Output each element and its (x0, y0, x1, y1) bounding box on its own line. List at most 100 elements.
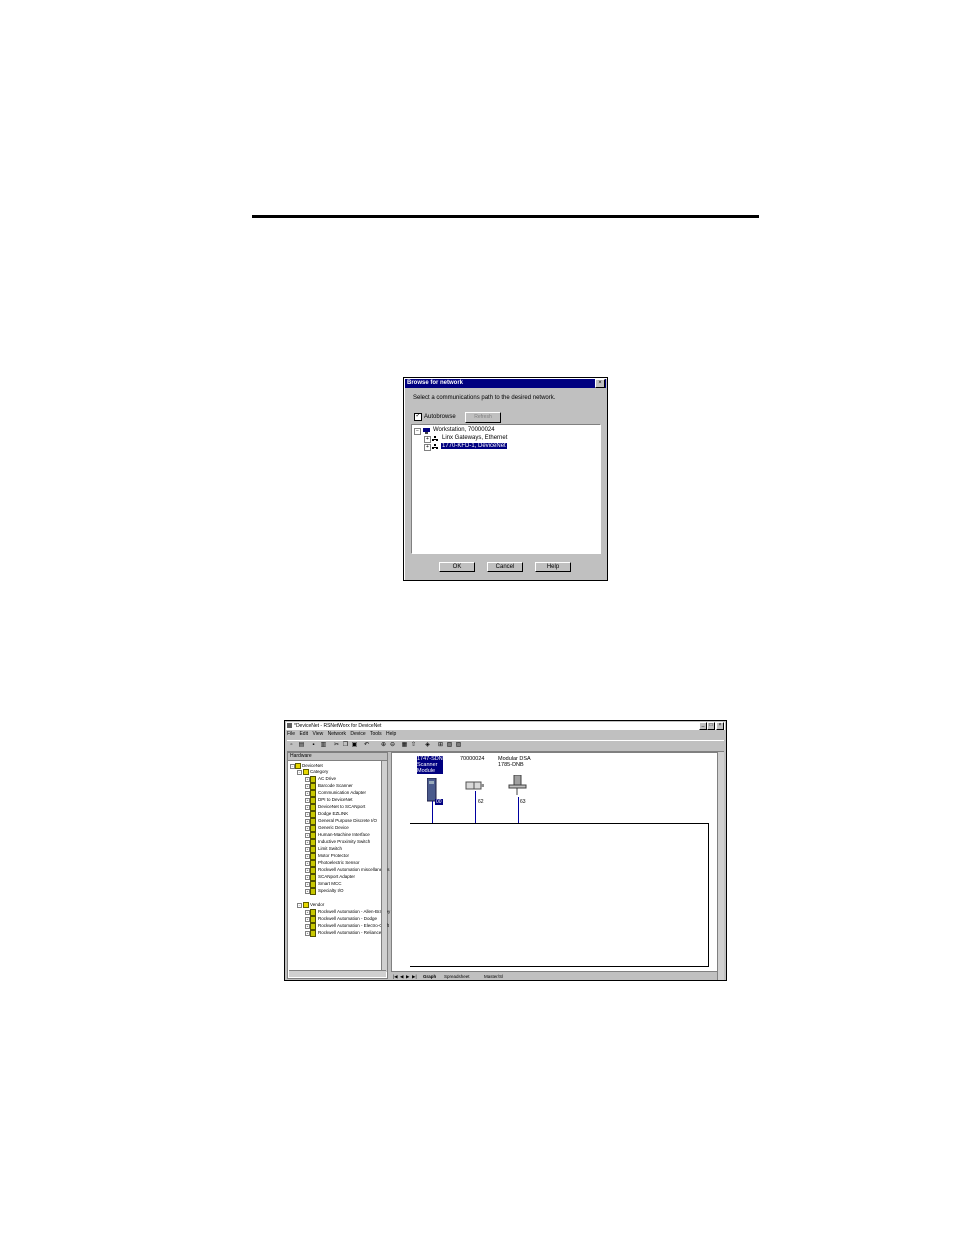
tree-item-category-entry[interactable]: Motor Protector (318, 853, 349, 858)
tree-item-vendor-entry[interactable]: Rockwell Automation - Electro-Craft (318, 923, 389, 928)
zoom-in-icon[interactable]: ⊕ (380, 742, 387, 749)
tree-item-category-entry[interactable]: Dodge EZLINK (318, 811, 348, 816)
new-icon[interactable]: ▫ (288, 742, 295, 749)
tab-next-icon[interactable]: ▶ (406, 973, 409, 980)
node-address-63: 63 (520, 799, 526, 805)
edit-scanlist-icon[interactable]: ▧ (446, 742, 453, 749)
tree-item-category-entry[interactable]: DeviceNet to SCANport (318, 804, 365, 809)
hardware-header: Hardware (288, 753, 387, 761)
top-rule (252, 215, 759, 218)
graph-frame-line (410, 966, 709, 967)
upload-icon[interactable]: ⇧ (410, 742, 417, 749)
tree-item-category[interactable]: Category (310, 769, 328, 774)
tree-item-vendor-entry[interactable]: Rockwell Automation - Reliance (318, 930, 381, 935)
device-book-icon (310, 839, 316, 846)
collapse-icon[interactable]: − (414, 428, 421, 435)
help-button[interactable]: Help (535, 562, 571, 572)
menu-help[interactable]: Help (386, 731, 396, 737)
tab-first-icon[interactable]: |◀ (393, 973, 398, 980)
tree-item-category-entry[interactable]: General Purpose Discrete I/O (318, 818, 377, 823)
close-icon[interactable]: × (595, 379, 605, 388)
print-icon[interactable]: ▥ (320, 742, 327, 749)
tree-item-category-entry[interactable]: Rockwell Automation miscellaneous (318, 867, 390, 872)
tree-item-category-entry[interactable]: SCANport Adapter (318, 874, 355, 879)
tree-item-category-entry[interactable]: Generic Device (318, 825, 349, 830)
tab-prev-icon[interactable]: ◀ (400, 973, 403, 980)
collapse-icon[interactable]: − (297, 903, 302, 908)
expand-icon[interactable]: + (424, 444, 431, 451)
network-icon[interactable]: ⊞ (437, 742, 444, 749)
tree-item-category-entry[interactable]: Photoelectric Sensor (318, 860, 360, 865)
menu-view[interactable]: View (312, 731, 323, 737)
collapse-icon[interactable]: − (297, 770, 302, 775)
minimize-icon[interactable]: _ (699, 722, 707, 730)
save-icon[interactable]: ▪ (310, 742, 317, 749)
device-book-icon (310, 860, 316, 867)
properties-icon[interactable]: ▦ (401, 742, 408, 749)
tree-item-category-entry[interactable]: Barcode Scanner (318, 783, 353, 788)
device-book-icon (310, 846, 316, 853)
tree-item-vendor-entry[interactable]: Rockwell Automation - Allen-Bradley (318, 909, 390, 914)
tree-item-devicenet[interactable]: DeviceNet (302, 763, 323, 768)
ok-button[interactable]: OK (439, 562, 475, 572)
window-title: *DeviceNet - RSNetWorx for DeviceNet (286, 722, 725, 730)
tree-item-category-entry[interactable]: DPI to DeviceNet (318, 797, 353, 802)
menu-tools[interactable]: Tools (370, 731, 382, 737)
tree-item-category-entry[interactable]: Limit Switch (318, 846, 342, 851)
device-label-workstation[interactable]: 70000024 (460, 756, 484, 762)
refresh-button[interactable]: Refresh (465, 412, 501, 423)
device-book-icon (310, 930, 316, 937)
node-address-00: 00 (435, 799, 443, 805)
hardware-hscroll[interactable] (289, 970, 386, 977)
zoom-out-icon[interactable]: ⊖ (389, 742, 396, 749)
tree-item-linx-ethernet[interactable]: Linx Gateways, Ethernet (442, 435, 507, 442)
tab-graph[interactable]: Graph (423, 973, 436, 980)
device-book-icon (310, 832, 316, 839)
menu-file[interactable]: File (287, 731, 295, 737)
menu-edit[interactable]: Edit (299, 731, 308, 737)
tree-item-vendor-entry[interactable]: Rockwell Automation - Dodge (318, 916, 377, 921)
device-book-icon (310, 867, 316, 874)
graph-vscroll[interactable] (717, 752, 724, 980)
close-icon[interactable]: × (716, 722, 724, 730)
tab-last-icon[interactable]: ▶| (412, 973, 417, 980)
dialog-title: Browse for network (405, 379, 606, 388)
view-tabs: |◀ ◀ ▶ ▶| Graph Spreadsheet Master/Sl (391, 973, 724, 980)
chart-icon[interactable]: ▨ (455, 742, 462, 749)
menu-device[interactable]: Device (350, 731, 365, 737)
tree-item-devicenet[interactable]: 1770-KFD-1, DeviceNet (441, 443, 507, 449)
maximize-icon[interactable]: □ (707, 722, 715, 730)
autobrowse-checkbox[interactable]: ✓ (414, 413, 422, 421)
device-book-icon (310, 811, 316, 818)
tree-item-category-entry[interactable]: AC Drive (318, 776, 336, 781)
device-label-scanner[interactable]: 1747-SDN Scanner Module (417, 756, 443, 774)
menu-network[interactable]: Network (328, 731, 346, 737)
tree-item-category-entry[interactable]: Smart MCC (318, 881, 342, 886)
online-icon[interactable]: ◈ (424, 742, 431, 749)
network-tree[interactable]: − Workstation, 70000024 + Linx Gateways,… (411, 424, 601, 554)
menu-bar: File Edit View Network Device Tools Help (287, 731, 399, 738)
network-graph: 1747-SDN Scanner Module 70000024 Modular… (391, 752, 724, 972)
tab-spreadsheet[interactable]: Spreadsheet (444, 973, 470, 980)
open-icon[interactable]: ▤ (298, 742, 305, 749)
cut-icon[interactable]: ✂ (333, 742, 340, 749)
undo-icon[interactable]: ↶ (363, 742, 370, 749)
tree-item-workstation[interactable]: Workstation, 70000024 (433, 427, 495, 434)
tree-item-category-entry[interactable]: Human-Machine Interface (318, 832, 370, 837)
tree-item-vendor[interactable]: Vendor (310, 902, 324, 907)
pc-interface-icon[interactable] (465, 779, 485, 791)
device-book-icon (310, 790, 316, 797)
copy-icon[interactable]: ❐ (342, 742, 349, 749)
device-label-dsa[interactable]: Modular DSA 1785-DNB (498, 756, 531, 768)
cancel-button[interactable]: Cancel (487, 562, 523, 572)
device-book-icon (310, 874, 316, 881)
hardware-vscroll[interactable] (381, 761, 387, 972)
tree-item-category-entry[interactable]: Specialty I/O (318, 888, 344, 893)
tree-item-category-entry[interactable]: Inductive Proximity Switch (318, 839, 370, 844)
tab-master-slave[interactable]: Master/Sl (484, 973, 503, 980)
expand-icon[interactable]: + (424, 436, 431, 443)
device-book-icon (310, 888, 316, 895)
paste-icon[interactable]: ▣ (351, 742, 358, 749)
tree-item-category-entry[interactable]: Communication Adapter (318, 790, 366, 795)
dsa-device-icon[interactable] (508, 775, 528, 797)
